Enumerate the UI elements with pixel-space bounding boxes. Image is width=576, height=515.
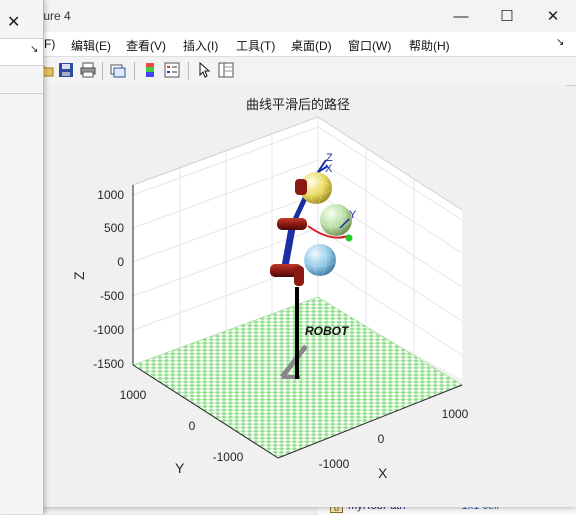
z-tick: 500: [104, 221, 124, 235]
menu-desktop[interactable]: 桌面(D): [291, 37, 332, 54]
link-icon[interactable]: [110, 62, 126, 78]
y-tick: 0: [189, 419, 196, 433]
toolbar: [0, 56, 576, 86]
panel-close-icon[interactable]: ✕: [7, 12, 20, 32]
x-tick: 0: [378, 432, 385, 446]
menu-window[interactable]: 窗口(W): [348, 37, 391, 54]
title-bar[interactable]: igure 4 — ☐ ✕: [0, 0, 576, 32]
target-point: [345, 234, 353, 242]
x-axis-label: X: [378, 465, 388, 481]
close-icon: ✕: [546, 8, 560, 25]
frame-label-y: Y: [349, 209, 357, 221]
z-tick: -1500: [93, 357, 124, 371]
menu-view[interactable]: 查看(V): [126, 37, 166, 54]
menu-edit[interactable]: 编辑(E): [71, 37, 111, 54]
menu-dock-arrow-icon[interactable]: ↘: [556, 37, 564, 48]
maximize-button[interactable]: ☐: [484, 0, 530, 32]
x-tick: 1000: [442, 407, 469, 421]
panel-dock-arrow-icon[interactable]: ↘: [30, 44, 38, 55]
joint: [277, 218, 307, 230]
z-axis-label: Z: [71, 271, 87, 280]
z-tick: 0: [117, 255, 124, 269]
left-docked-panel: ✕ ↘: [0, 0, 44, 514]
z-tick: -500: [100, 289, 124, 303]
property-editor-icon[interactable]: [218, 62, 234, 78]
save-icon[interactable]: [58, 62, 74, 78]
pointer-icon[interactable]: [196, 62, 212, 78]
x-tick: -1000: [319, 457, 350, 471]
y-axis-label: Y: [175, 460, 185, 476]
menu-insert[interactable]: 插入(I): [183, 37, 218, 54]
frame-label-x: X: [325, 163, 333, 175]
figure-window: igure 4 — ☐ ✕ F) 编辑(E) 查看(V) 插入(I) 工具(T)…: [0, 0, 576, 507]
print-icon[interactable]: [80, 62, 96, 78]
colorbar-icon[interactable]: [142, 62, 158, 78]
z-tick: -1000: [93, 323, 124, 337]
legend-icon[interactable]: [164, 62, 180, 78]
sphere-blue: [304, 244, 336, 276]
menu-file[interactable]: F): [44, 37, 55, 51]
toolbar-separator: [102, 62, 103, 80]
joint: [294, 266, 304, 286]
plot-title: 曲线平滑后的路径: [246, 97, 350, 113]
close-button[interactable]: ✕: [530, 0, 576, 32]
toolbar-separator: [188, 62, 189, 80]
robot-label: ROBOT: [305, 324, 350, 338]
toolbar-separator: [134, 62, 135, 80]
figure-canvas[interactable]: 曲线平滑后的路径 1000 500 0 -500 -1000 -1500 Z 1…: [44, 85, 566, 503]
joint: [295, 179, 307, 195]
menu-tools[interactable]: 工具(T): [236, 37, 275, 54]
minimize-icon: —: [453, 7, 469, 25]
menu-help[interactable]: 帮助(H): [409, 37, 450, 54]
y-tick: -1000: [213, 450, 244, 464]
panel-divider: [0, 93, 43, 94]
maximize-icon: ☐: [500, 8, 514, 25]
menu-bar: F) 编辑(E) 查看(V) 插入(I) 工具(T) 桌面(D) 窗口(W) 帮…: [0, 32, 576, 56]
axes-3d[interactable]: 曲线平滑后的路径 1000 500 0 -500 -1000 -1500 Z 1…: [44, 85, 566, 503]
minimize-button[interactable]: —: [438, 0, 484, 32]
z-tick: 1000: [97, 188, 124, 202]
y-tick: 1000: [120, 388, 147, 402]
